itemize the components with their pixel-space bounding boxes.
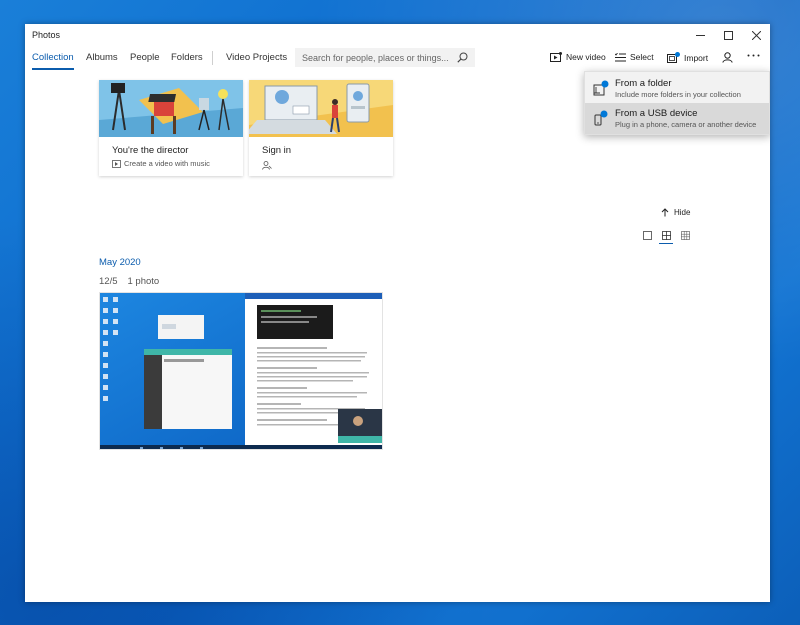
window-title: Photos xyxy=(32,30,61,40)
large-tiles-icon xyxy=(642,230,652,240)
maximize-icon xyxy=(723,30,733,40)
hide-arrow-icon xyxy=(661,208,669,217)
usb-device-icon xyxy=(594,110,608,126)
more-icon xyxy=(747,54,760,57)
search-box[interactable] xyxy=(295,48,475,67)
import-button[interactable]: Import xyxy=(667,52,708,63)
import-menu: From a folder Include more folders in yo… xyxy=(584,71,770,135)
tab-albums[interactable]: Albums xyxy=(86,52,118,70)
small-tiles-icon xyxy=(680,230,690,240)
folder-icon xyxy=(593,80,609,96)
new-video-label: New video xyxy=(566,52,606,62)
title-bar: Photos xyxy=(25,24,770,46)
medium-tiles-icon xyxy=(661,230,671,240)
select-label: Select xyxy=(630,52,654,62)
account-button[interactable] xyxy=(722,52,733,63)
tab-separator xyxy=(212,51,213,65)
person-icon xyxy=(262,161,272,170)
sign-in-card-title: Sign in xyxy=(262,145,292,156)
tab-folders[interactable]: Folders xyxy=(171,52,203,70)
menu-item-from-usb-subtitle: Plug in a phone, camera or another devic… xyxy=(615,120,757,129)
director-illustration xyxy=(99,80,243,137)
hide-label: Hide xyxy=(674,208,691,217)
window-controls xyxy=(686,24,770,46)
search-input[interactable] xyxy=(302,52,452,63)
menu-item-from-usb-title: From a USB device xyxy=(615,108,698,119)
close-icon xyxy=(751,30,761,40)
view-size-toggle xyxy=(642,229,690,244)
director-card-subtitle-row: Create a video with music xyxy=(112,159,210,168)
director-card[interactable]: You're the director Create a video with … xyxy=(99,80,243,176)
view-medium-button[interactable] xyxy=(659,229,673,244)
menu-item-from-folder-subtitle: Include more folders in your collection xyxy=(615,90,741,99)
new-video-icon xyxy=(550,52,562,62)
sign-in-card[interactable]: Sign in xyxy=(249,80,393,176)
tab-collection[interactable]: Collection xyxy=(32,52,74,70)
photo-count: 1 photo xyxy=(127,276,160,287)
more-options-button[interactable] xyxy=(747,54,760,57)
date-label: 12/5 xyxy=(99,276,118,287)
import-icon xyxy=(667,52,680,63)
director-card-title: You're the director xyxy=(112,145,189,156)
menu-item-from-folder[interactable]: From a folder Include more folders in yo… xyxy=(585,73,769,104)
select-button[interactable]: Select xyxy=(615,52,654,62)
account-icon xyxy=(722,52,733,63)
sign-in-illustration xyxy=(249,80,393,137)
hide-button[interactable]: Hide xyxy=(661,208,690,217)
tab-people[interactable]: People xyxy=(130,52,160,70)
collection-content: You're the director Create a video with … xyxy=(25,70,770,602)
photos-window: Photos Collection Albums People Folders … xyxy=(25,24,770,602)
minimize-button[interactable] xyxy=(686,24,714,46)
new-video-button[interactable]: New video xyxy=(550,52,606,62)
tab-video-projects[interactable]: Video Projects xyxy=(226,52,287,70)
photo-thumbnail[interactable] xyxy=(99,292,383,450)
search-icon[interactable] xyxy=(457,52,468,63)
close-button[interactable] xyxy=(742,24,770,46)
month-heading[interactable]: May 2020 xyxy=(99,257,141,268)
maximize-button[interactable] xyxy=(714,24,742,46)
director-card-subtitle: Create a video with music xyxy=(124,159,210,168)
view-large-button[interactable] xyxy=(642,229,652,241)
menu-item-from-usb[interactable]: From a USB device Plug in a phone, camer… xyxy=(585,103,769,134)
menu-item-from-folder-title: From a folder xyxy=(615,78,672,89)
import-label: Import xyxy=(684,52,709,63)
date-group-header: 12/5 1 photo xyxy=(99,276,159,287)
navigation-bar: Collection Albums People Folders Video P… xyxy=(25,46,770,70)
minimize-icon xyxy=(695,34,705,36)
video-icon xyxy=(112,159,121,168)
sign-in-card-subtitle-row xyxy=(262,161,272,170)
view-small-button[interactable] xyxy=(680,229,690,241)
select-icon xyxy=(615,52,626,61)
